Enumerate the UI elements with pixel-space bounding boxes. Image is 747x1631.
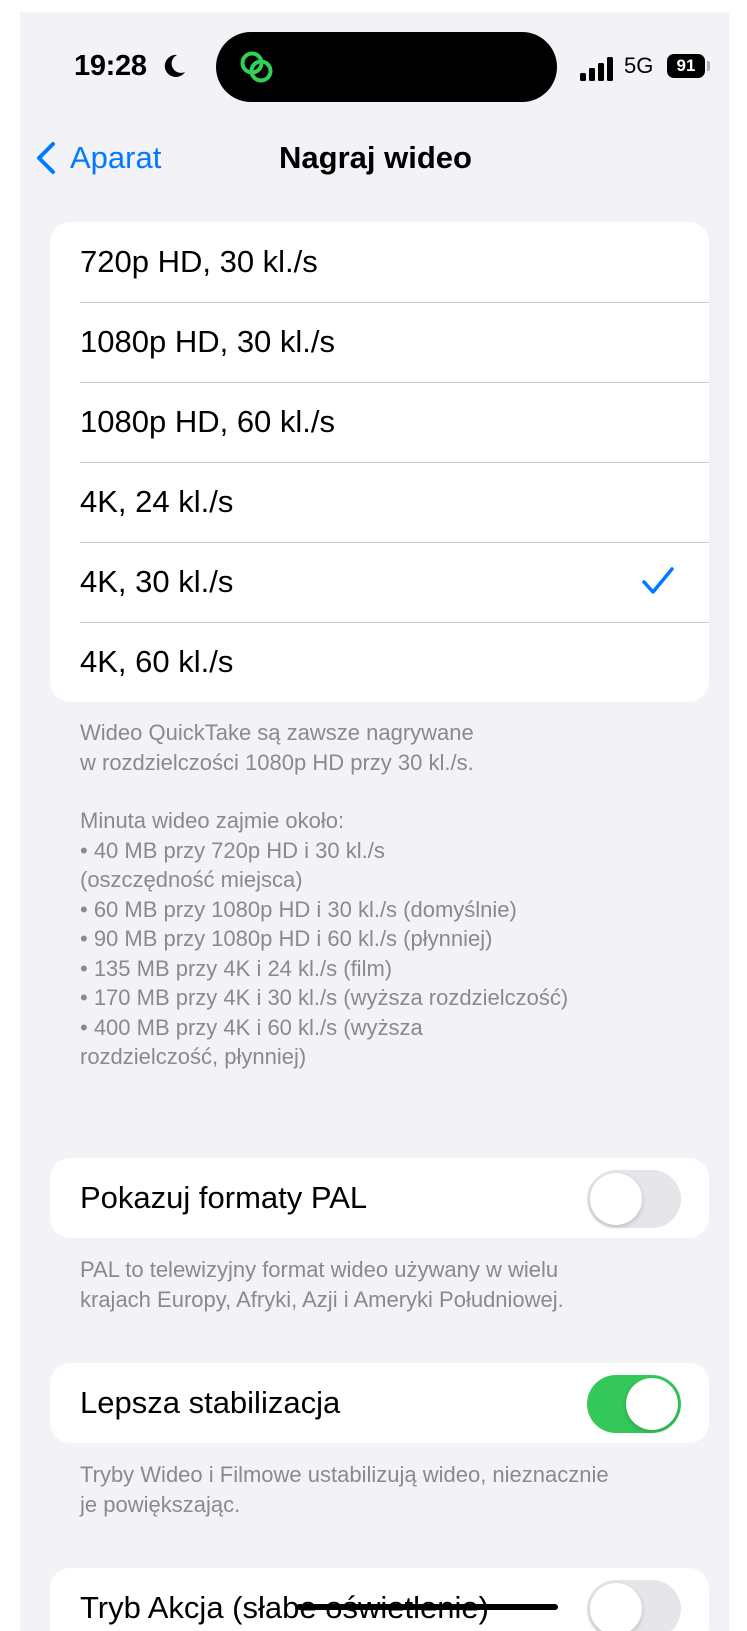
format-option-4k-24[interactable]: 4K, 24 kl./s [50,462,709,542]
pal-formats-toggle[interactable] [587,1170,681,1228]
status-time: 19:28 [74,50,147,82]
format-option-4k-30[interactable]: 4K, 30 kl./s [50,542,709,622]
format-option-1080p-30[interactable]: 1080p HD, 30 kl./s [50,302,709,382]
footnote-line: • 400 MB przy 4K i 60 kl./s (wyższa [80,1014,423,1040]
action-mode-group: Tryb Akcja (słabe oświetlenie) [50,1568,709,1631]
footnote-line: je powiększając. [80,1491,241,1517]
pal-group: Pokazuj formaty PAL [50,1158,709,1238]
footnote-line: Wideo QuickTake są zawsze nagrywane [80,720,474,745]
checkmark-icon [642,567,674,594]
footnote-line: krajach Europy, Afryki, Azji i Ameryki P… [80,1286,564,1312]
footnote-gap [80,777,680,806]
pal-formats-row: Pokazuj formaty PAL [50,1158,709,1238]
settings-screen: 19:28 5G 91 Aparat Nagraj wideo 720p HD,… [20,12,729,1631]
footnote-line: rozdzielczość, płynniej) [80,1044,307,1069]
action-mode-toggle[interactable] [587,1580,681,1631]
footnote-line: PAL to telewizyjny format wideo używany … [80,1257,559,1282]
pal-footnote: PAL to telewizyjny format wideo używany … [80,1255,680,1314]
format-option-1080p-60[interactable]: 1080p HD, 60 kl./s [50,382,709,462]
toggle-knob [626,1378,678,1430]
format-option-4k-60[interactable]: 4K, 60 kl./s [50,622,709,702]
toggle-knob [590,1173,642,1225]
format-option-label: 1080p HD, 30 kl./s [80,324,336,359]
footnote-line: Tryby Wideo i Filmowe ustabilizują wideo… [80,1462,609,1487]
stabilization-footnote: Tryby Wideo i Filmowe ustabilizują wideo… [80,1460,680,1519]
battery-cap [707,61,710,71]
pal-formats-label: Pokazuj formaty PAL [80,1180,368,1215]
footnote-line: w rozdzielczości 1080p HD przy 30 kl./s. [80,749,474,775]
moon-icon [164,54,185,77]
footnote-line: • 40 MB przy 720p HD i 30 kl./s [80,837,385,863]
network-type: 5G [624,53,654,78]
format-option-label: 1080p HD, 60 kl./s [80,404,336,439]
format-option-label: 4K, 30 kl./s [80,564,234,599]
footnote-line: Minuta wideo zajmie około: [80,808,345,833]
toggle-knob [590,1583,642,1631]
stabilization-group: Lepsza stabilizacja [50,1363,709,1443]
format-option-720p-30[interactable]: 720p HD, 30 kl./s [50,222,709,302]
page-title: Nagraj wideo [279,140,472,175]
signal-icon [580,57,613,81]
action-mode-row: Tryb Akcja (słabe oświetlenie) [50,1568,709,1631]
format-option-label: 4K, 24 kl./s [80,484,234,519]
footnote-line: • 60 MB przy 1080p HD i 30 kl./s (domyśl… [80,896,517,922]
stabilization-row: Lepsza stabilizacja [50,1363,709,1443]
stabilization-label: Lepsza stabilizacja [80,1385,341,1420]
footnote-line: • 90 MB przy 1080p HD i 60 kl./s (płynni… [80,926,493,951]
battery-indicator: 91 [667,54,705,78]
format-option-label: 720p HD, 30 kl./s [80,244,318,279]
formats-footnote: Wideo QuickTake są zawsze nagrywane w ro… [80,718,680,1072]
dynamic-island [216,32,557,102]
app-activity-icon [240,51,273,83]
footnote-line: • 170 MB przy 4K i 30 kl./s (wyższa rozd… [80,985,569,1010]
footnote-line: • 135 MB przy 4K i 24 kl./s (film) [80,955,393,981]
scribble-mark [296,1604,558,1610]
footnote-line: (oszczędność miejsca) [80,867,303,892]
video-format-list: 720p HD, 30 kl./s 1080p HD, 30 kl./s 108… [50,222,709,702]
format-option-label: 4K, 60 kl./s [80,644,234,679]
stabilization-toggle[interactable] [587,1375,681,1433]
